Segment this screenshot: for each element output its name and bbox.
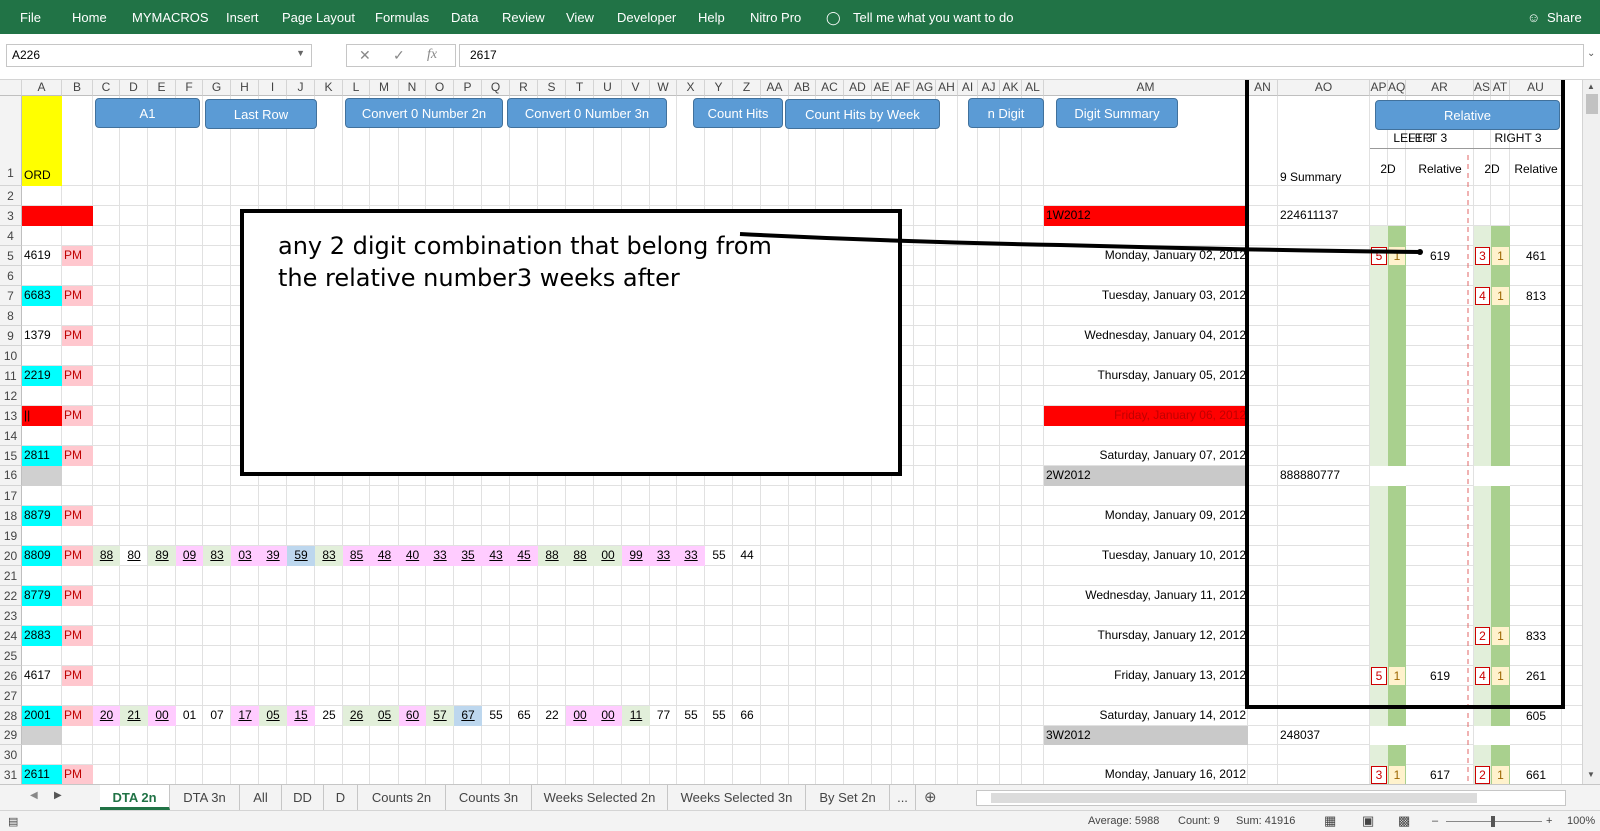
tell-me-search[interactable]: Tell me what you want to do bbox=[853, 10, 1013, 25]
sheet-tab-d[interactable]: D bbox=[324, 785, 358, 810]
zoom-level[interactable]: 100% bbox=[1567, 815, 1595, 827]
tab-mymacros[interactable]: MYMACROS bbox=[132, 10, 209, 25]
tab-page-layout[interactable]: Page Layout bbox=[282, 10, 355, 25]
cell-mode-icon: ▤ bbox=[8, 816, 19, 828]
scroll-thumb[interactable] bbox=[1586, 94, 1598, 114]
worksheet-grid[interactable]: A B C D E F G H I J K L M N O P Q R S T U V W X Y Z AA AB AC AD AE AF AG… bbox=[0, 80, 1582, 784]
sheet-tab-weeks-selected-2n[interactable]: Weeks Selected 2n bbox=[532, 785, 668, 810]
zoom-slider-thumb[interactable] bbox=[1491, 816, 1495, 827]
tab-formulas[interactable]: Formulas bbox=[375, 10, 429, 25]
sheet-tab-by-set-2n[interactable]: By Set 2n bbox=[806, 785, 890, 810]
sheet-tab-counts-3n[interactable]: Counts 3n bbox=[446, 785, 532, 810]
formula-input[interactable]: 2617 bbox=[459, 44, 1584, 67]
page-layout-view-icon[interactable]: ▣ bbox=[1362, 813, 1374, 829]
more-sheets-button[interactable]: ... bbox=[890, 785, 916, 810]
status-count: Count: 9 bbox=[1178, 815, 1220, 827]
formula-icons: ✕ ✓ fx bbox=[346, 44, 456, 67]
status-bar: ▤ Average: 5988 Count: 9 Sum: 41916 ▦ ▣ … bbox=[0, 810, 1600, 831]
next-sheet-icon[interactable]: ▶ bbox=[54, 790, 62, 801]
horizontal-scrollbar[interactable] bbox=[976, 790, 1566, 806]
prev-sheet-icon[interactable]: ◀ bbox=[30, 790, 38, 801]
name-box-value: A226 bbox=[12, 48, 41, 62]
tab-developer[interactable]: Developer bbox=[617, 10, 676, 25]
sheet-tab-dd[interactable]: DD bbox=[282, 785, 324, 810]
person-icon: ☺ bbox=[1527, 10, 1541, 25]
sheet-tab-dta-3n[interactable]: DTA 3n bbox=[170, 785, 240, 810]
tab-review[interactable]: Review bbox=[502, 10, 545, 25]
sheet-tab-counts-2n[interactable]: Counts 2n bbox=[358, 785, 446, 810]
cancel-icon[interactable]: ✕ bbox=[359, 47, 371, 64]
status-sum: Sum: 41916 bbox=[1236, 815, 1296, 827]
page-break-view-icon[interactable]: ▩ bbox=[1398, 813, 1410, 829]
sheet-tab-bar: ◀ ▶ DTA 2n DTA 3n All DD D Counts 2n Cou… bbox=[0, 784, 1600, 810]
name-box[interactable]: A226 ▼ bbox=[6, 44, 312, 67]
scroll-down-icon[interactable]: ▼ bbox=[1587, 770, 1595, 779]
annotation-line-2: the relative number3 weeks after bbox=[278, 264, 680, 292]
insert-function-icon[interactable]: fx bbox=[427, 47, 437, 63]
h-scroll-thumb[interactable] bbox=[991, 793, 1477, 803]
chevron-down-icon[interactable]: ▼ bbox=[296, 48, 305, 58]
ribbon-tab-bar: File Home MYMACROS Insert Page Layout Fo… bbox=[0, 0, 1600, 34]
vertical-scrollbar[interactable]: ▼ ▲ bbox=[1582, 80, 1600, 784]
normal-view-icon[interactable]: ▦ bbox=[1324, 813, 1336, 829]
enter-icon[interactable]: ✓ bbox=[393, 47, 405, 64]
sheet-tab-all[interactable]: All bbox=[240, 785, 282, 810]
sheet-tab-dta-2n[interactable]: DTA 2n bbox=[100, 785, 170, 810]
add-sheet-icon[interactable]: ⊕ bbox=[924, 788, 937, 806]
tab-data[interactable]: Data bbox=[451, 10, 478, 25]
tab-nitro-pro[interactable]: Nitro Pro bbox=[750, 10, 801, 25]
tab-help[interactable]: Help bbox=[698, 10, 725, 25]
annotation-overlay bbox=[240, 80, 1565, 784]
tab-insert[interactable]: Insert bbox=[226, 10, 259, 25]
lightbulb-icon: ◯ bbox=[826, 10, 841, 25]
zoom-out-icon[interactable]: – bbox=[1432, 815, 1438, 827]
highlight-rectangle bbox=[1245, 80, 1565, 709]
tab-file[interactable]: File bbox=[20, 10, 41, 25]
zoom-in-icon[interactable]: + bbox=[1546, 815, 1552, 827]
excel-window: { "ribbon":{"tabs":["File","Home","MYMAC… bbox=[0, 0, 1600, 831]
scroll-up-icon[interactable]: ▲ bbox=[1587, 82, 1595, 91]
sheet-tab-weeks-selected-3n[interactable]: Weeks Selected 3n bbox=[668, 785, 806, 810]
share-button[interactable]: Share bbox=[1547, 10, 1582, 25]
tab-view[interactable]: View bbox=[566, 10, 594, 25]
annotation-line-1: any 2 digit combination that belong from bbox=[278, 232, 772, 260]
expand-formula-icon[interactable]: ⌄ bbox=[1587, 48, 1595, 59]
tab-home[interactable]: Home bbox=[72, 10, 107, 25]
formula-bar: A226 ▼ ✕ ✓ fx 2617 ⌄ bbox=[0, 34, 1600, 80]
status-average: Average: 5988 bbox=[1088, 815, 1160, 827]
